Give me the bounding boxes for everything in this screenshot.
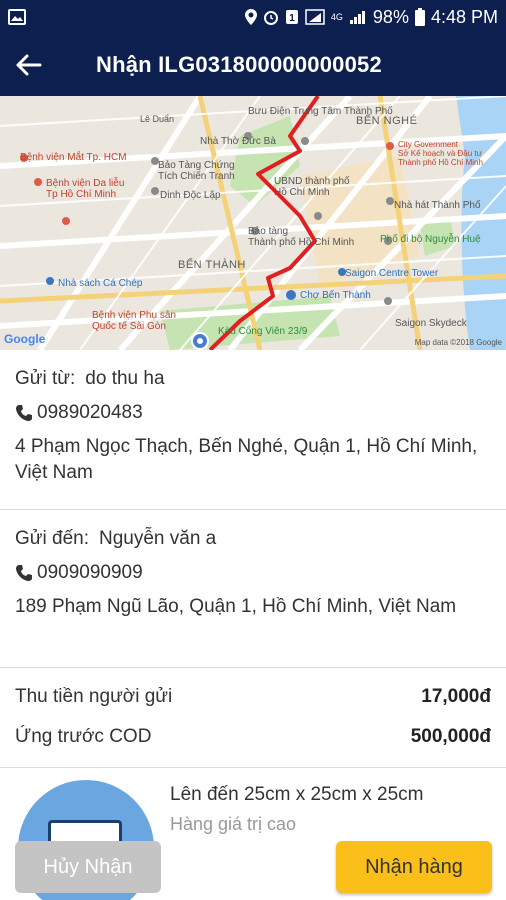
map-label-pho-di-bo: Phố đi bộ Nguyễn Huệ [380,234,481,245]
package-size: Lên đến 25cm x 25cm x 25cm [170,784,424,805]
sender-address: 4 Phạm Ngọc Thạch, Bến Nghé, Quận 1, Hồ … [15,436,478,483]
sender-charge-label: Thu tiền người gửi [15,686,173,707]
map-base [0,96,506,350]
map-credit: Map data ©2018 Google [414,338,502,347]
clock: 4:48 PM [430,6,498,27]
map-label-bao-tang-chung-tich: Bảo Tàng Chứng Tích Chiến Tranh [158,160,235,182]
package-description: Hàng giá trị cao [170,814,297,834]
app-bar: Nhận ILG031800000000052 [0,34,506,96]
sender-row: Gửi từ: do thu ha [15,368,491,390]
fees-section: Thu tiền người gửi 17,000đ Ứng trước COD… [0,668,506,768]
cod-amount: 500,000đ [410,726,491,747]
map-label-ben-thanh: BẾN THÀNH [178,259,246,271]
sender-charge-row: Thu tiền người gửi 17,000đ [15,686,491,708]
status-bar: 1 4G 98% 4:48 PM [0,0,506,34]
wifi-signal-icon [305,9,325,25]
map-label-le-duan: Lê Duẩn [140,114,175,124]
map-label-dinh-doc-lap: Dinh Độc Lập [160,190,221,201]
cod-row: Ứng trước COD 500,000đ [15,726,491,748]
map-label-saigon-centre: Saigon Centre Tower [345,268,439,279]
google-logo: Google [4,332,46,346]
sender-phone-row[interactable]: 0989020483 [15,402,491,424]
map-label-cho-ben-thanh: Chợ Bến Thành [300,290,371,301]
map-label-benh-vien-da-lieu: Bệnh viện Da liễu Tp Hồ Chí Minh [46,178,125,200]
map-label-nha-hat: Nhà hát Thành Phố [394,200,481,211]
arrow-left-icon [16,54,42,76]
cod-label: Ứng trước COD [15,726,152,747]
receiver-label: Gửi đến: [15,528,89,549]
svg-text:1: 1 [289,13,295,24]
cancel-pickup-button[interactable]: Hủy Nhận [15,841,161,893]
sender-charge-amount: 17,000đ [421,686,491,707]
sender-label: Gửi từ: [15,368,76,389]
accept-pickup-button[interactable]: Nhận hàng [336,841,492,893]
map-label-kau: Kàu Cổng Viên 23/9 [218,326,308,337]
phone-icon [16,405,32,421]
map-label-nha-tho: Nhà Thờ Đức Bà [200,136,276,147]
battery-icon [414,8,425,26]
receiver-section: Gửi đến: Nguyễn văn a 0909090909 189 Phạ… [0,510,506,668]
map-label-saigon-skydeck: Saigon Skydeck [395,318,467,329]
page-title: Nhận ILG031800000000052 [96,52,382,77]
map-label-benh-vien-mat: Bệnh viện Mắt Tp. HCM [20,152,127,163]
gallery-icon [8,9,26,25]
map-label-bao-tang-hcm: Bảo tàng Thành phố Hồ Chí Minh [248,226,355,248]
network-type: 4G [330,12,343,22]
sender-name: do thu ha [85,368,165,389]
map-label-ben-nghe: BẾN NGHÉ [356,115,418,127]
location-icon [244,9,257,25]
map-label-ubnd: UBND thành phố Hồ Chí Minh [274,176,350,198]
receiver-phone-row[interactable]: 0909090909 [15,562,491,584]
receiver-address: 189 Phạm Ngũ Lão, Quận 1, Hồ Chí Minh, V… [15,596,457,617]
signal-icon [349,11,365,24]
map-label-benh-vien-phu-san: Bệnh viện Phụ sản Quốc tế Sài Gòn [92,310,176,332]
map-label-nha-sach: Nhà sách Cá Chép [58,278,143,289]
sender-phone: 0989020483 [37,402,143,423]
sender-section: Gửi từ: do thu ha 0989020483 4 Phạm Ngọc… [0,350,506,510]
battery-percent: 98% [372,6,409,27]
receiver-phone: 0909090909 [37,562,143,583]
phone-icon [16,565,32,581]
back-button[interactable] [0,34,56,96]
alarm-icon [263,11,278,25]
map-label-city-gov: City Government Sở Kế hoạch và Đầu tư Th… [398,140,483,167]
receiver-name: Nguyễn văn a [98,528,217,549]
route-map[interactable]: Bưu Điện Trung Tâm Thành Phố BẾN NGHÉ Ci… [0,96,506,350]
data-saver-icon: 1 [285,10,298,24]
receiver-row: Gửi đến: Nguyễn văn a [15,528,491,550]
